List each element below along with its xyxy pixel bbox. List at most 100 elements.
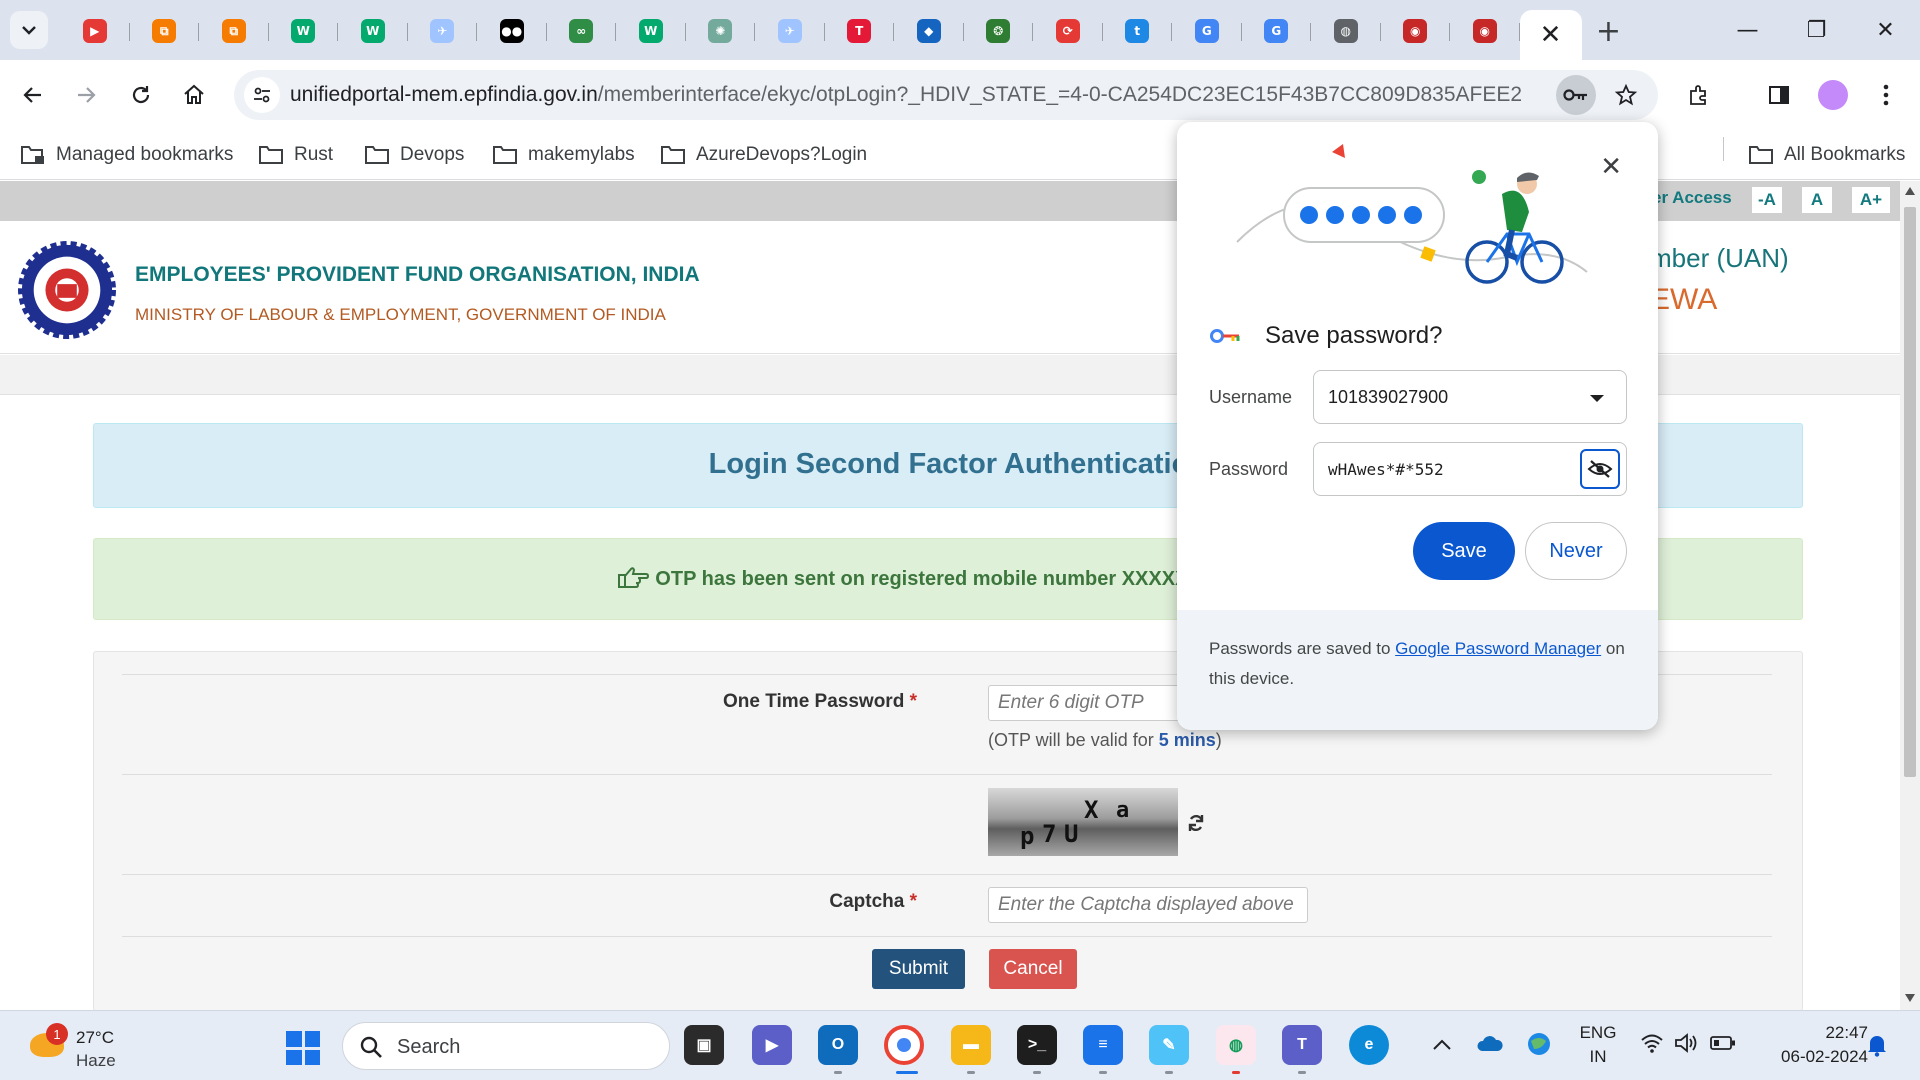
password-manager-link[interactable]: Google Password Manager	[1395, 639, 1601, 658]
scroll-down-icon[interactable]	[1905, 994, 1915, 1002]
page-scrollbar[interactable]	[1900, 181, 1920, 1010]
forward-button[interactable]	[62, 71, 110, 119]
globe-app-icon[interactable]: ◍	[1216, 1025, 1256, 1065]
reload-icon	[132, 86, 150, 104]
browser-tab[interactable]: W	[269, 10, 338, 52]
close-tab-icon[interactable]: ✕	[1540, 20, 1562, 50]
chrome-icon[interactable]	[884, 1025, 924, 1065]
browser-tab[interactable]: ●●	[477, 10, 547, 52]
start-button[interactable]	[286, 1031, 320, 1065]
bookmark-folder-makemylabs[interactable]: makemylabs	[492, 140, 635, 170]
teams-chat-icon[interactable]: ▶	[752, 1025, 792, 1065]
browser-tab[interactable]: W	[616, 10, 686, 52]
submit-button[interactable]: Submit	[872, 949, 965, 989]
url-text[interactable]: unifiedportal-mem.epfindia.gov.in/member…	[290, 83, 1522, 107]
active-tab[interactable]: ✕	[1519, 10, 1582, 60]
minimize-icon[interactable]: —	[1713, 0, 1782, 60]
bookmark-managed[interactable]: Managed bookmarks	[20, 140, 233, 170]
browser-tab[interactable]: ✺	[686, 10, 755, 52]
save-password-button[interactable]: Save	[1413, 522, 1515, 580]
star-icon	[1614, 83, 1638, 106]
tab-search-button[interactable]	[10, 11, 48, 49]
browser-tab[interactable]: ◉	[1381, 10, 1450, 52]
never-button[interactable]: Never	[1525, 522, 1627, 580]
browser-tab[interactable]: ✈	[408, 10, 477, 52]
onedrive-icon[interactable]	[1476, 1033, 1504, 1053]
battery-icon[interactable]	[1710, 1035, 1736, 1051]
footer-text: Passwords are saved to Google Password M…	[1209, 634, 1629, 694]
bookmark-star-button[interactable]	[1606, 75, 1646, 115]
reload-button[interactable]	[117, 71, 165, 119]
url-path: /memberinterface/ekyc/otpLogin?_HDIV_STA…	[597, 83, 1523, 106]
toggle-password-visibility-button[interactable]	[1580, 449, 1620, 489]
browser-tab[interactable]: ⧉	[199, 10, 269, 52]
edge-icon[interactable]: e	[1349, 1025, 1389, 1065]
scroll-up-icon[interactable]	[1905, 187, 1915, 195]
chevron-up-icon[interactable]	[1432, 1039, 1452, 1051]
file-explorer-icon[interactable]: ▬	[951, 1025, 991, 1065]
new-tab-button[interactable]: +	[1582, 10, 1636, 52]
language-code[interactable]: ENG	[1578, 1023, 1618, 1043]
cancel-button[interactable]: Cancel	[989, 949, 1077, 989]
password-key-button[interactable]	[1556, 75, 1596, 115]
username-select[interactable]: 101839027900	[1313, 370, 1627, 424]
close-dialog-icon[interactable]: ✕	[1600, 152, 1622, 182]
outlook-icon[interactable]: O	[818, 1025, 858, 1065]
back-button[interactable]	[9, 71, 57, 119]
browser-tab[interactable]: ◉	[1450, 10, 1520, 52]
font-normal-button[interactable]: A	[1802, 187, 1832, 213]
clock-time[interactable]: 22:47	[1800, 1023, 1868, 1043]
volume-icon[interactable]	[1674, 1033, 1698, 1053]
menu-button[interactable]	[1862, 71, 1910, 119]
browser-tab[interactable]: ▶	[60, 10, 130, 52]
restore-icon[interactable]: ❐	[1782, 0, 1851, 60]
screen-reader-access-link[interactable]: er Access	[1652, 188, 1732, 208]
browser-tab[interactable]: ✈	[755, 10, 825, 52]
notepad-icon[interactable]: ≡	[1083, 1025, 1123, 1065]
folder-icon	[259, 146, 283, 164]
password-field[interactable]: wHAwes*#*552	[1313, 442, 1627, 496]
browser-tab[interactable]: W	[338, 10, 408, 52]
address-bar[interactable]: unifiedportal-mem.epfindia.gov.in/member…	[234, 70, 1658, 120]
wifi-icon[interactable]	[1640, 1033, 1664, 1053]
font-increase-button[interactable]: A+	[1852, 187, 1890, 213]
side-panel-button[interactable]	[1755, 71, 1803, 119]
browser-tab[interactable]: ∞	[547, 10, 616, 52]
browser-tab[interactable]: G	[1242, 10, 1311, 52]
browser-tab[interactable]: ⧉	[130, 10, 199, 52]
captcha-input[interactable]: Enter the Captcha displayed above	[988, 887, 1308, 923]
extensions-button[interactable]	[1675, 71, 1723, 119]
font-decrease-button[interactable]: -A	[1752, 187, 1782, 213]
task-view-icon[interactable]: ▣	[684, 1025, 724, 1065]
profile-button[interactable]	[1809, 71, 1857, 119]
notification-bell-icon[interactable]	[1866, 1033, 1888, 1057]
vpn-globe-icon[interactable]	[1526, 1031, 1552, 1057]
temperature: 27°C	[76, 1028, 114, 1047]
browser-tab[interactable]: ⟳	[1033, 10, 1103, 52]
taskbar-search[interactable]: Search	[342, 1022, 670, 1070]
site-info-button[interactable]	[244, 77, 280, 113]
close-window-icon[interactable]: ✕	[1851, 0, 1920, 60]
running-indicator	[967, 1071, 975, 1074]
scroll-thumb[interactable]	[1904, 207, 1916, 777]
browser-tab[interactable]: G	[1172, 10, 1242, 52]
weather-widget[interactable]: 1 27°C Haze	[26, 1021, 166, 1071]
bookmark-folder-devops[interactable]: Devops	[364, 140, 464, 170]
terminal-icon[interactable]: >_	[1017, 1025, 1057, 1065]
youtube-red-icon: ▶	[82, 19, 107, 43]
clock-date[interactable]: 06-02-2024	[1762, 1047, 1868, 1067]
home-button[interactable]	[170, 71, 218, 119]
browser-tab[interactable]: ❂	[964, 10, 1033, 52]
paint-icon[interactable]: ✎	[1149, 1025, 1189, 1065]
teams-icon[interactable]: T	[1282, 1025, 1322, 1065]
browser-tab[interactable]: T	[825, 10, 894, 52]
bookmark-all[interactable]: All Bookmarks	[1748, 140, 1905, 170]
bookmark-folder-azuredevops[interactable]: AzureDevops?Login	[660, 140, 867, 170]
refresh-captcha-icon[interactable]	[1186, 813, 1206, 833]
region-code[interactable]: IN	[1578, 1047, 1618, 1067]
bookmark-folder-rust[interactable]: Rust	[258, 140, 333, 170]
active-indicator	[896, 1071, 918, 1074]
browser-tab[interactable]: t	[1103, 10, 1172, 52]
browser-tab[interactable]: ◍	[1311, 10, 1381, 52]
browser-tab[interactable]: ◆	[894, 10, 964, 52]
